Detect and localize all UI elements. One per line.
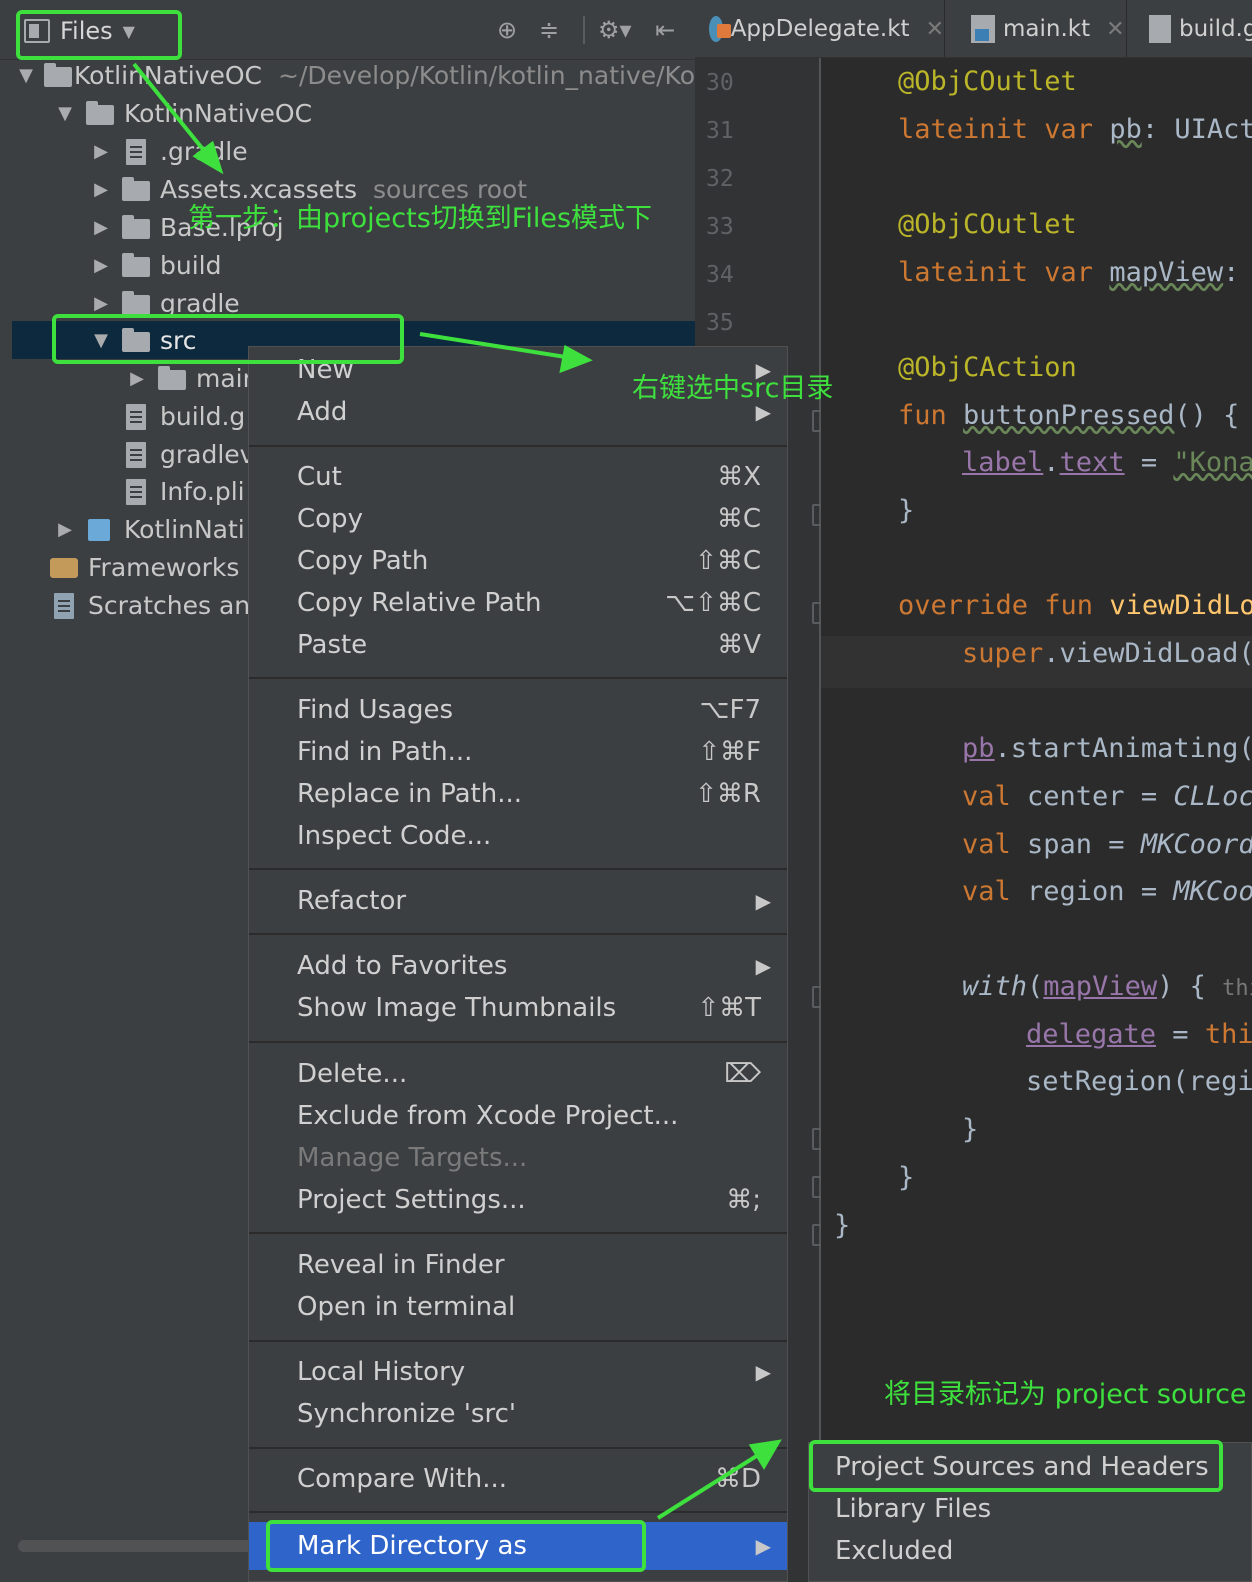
annotation-arrow-icon [132, 62, 224, 175]
annotation-arrow-icon [419, 332, 593, 374]
annotation-arrow-icon [656, 1439, 782, 1520]
annotation-arrows [132, 62, 782, 1520]
